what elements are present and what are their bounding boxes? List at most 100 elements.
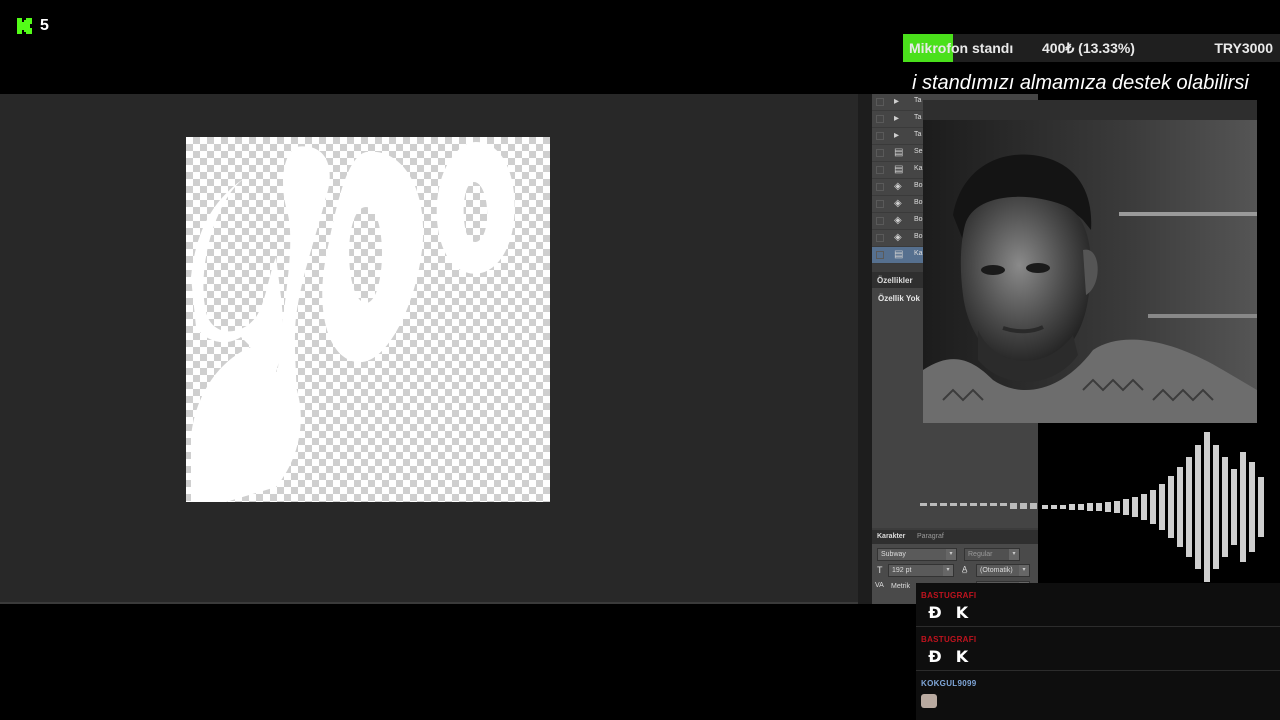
chevron-down-icon: ▾ bbox=[1019, 565, 1029, 576]
font-size-value: 192 pt bbox=[892, 567, 912, 574]
audio-bar bbox=[1020, 503, 1027, 509]
kick-emote-a-icon: Ɖ bbox=[928, 647, 942, 666]
photoshop-capture: ▸ Ta ▸ Ta ▸ Ta ▤ Se ▤ Ka ◈ Bo ◈ Bo ◈ Bo ◈ Bo ▤ Ka Özellikle… bbox=[0, 94, 1038, 604]
audio-bars bbox=[1042, 432, 1264, 582]
folder-arrow-icon: ▸ bbox=[894, 130, 900, 141]
audio-bar bbox=[1177, 467, 1183, 547]
audio-visualizer-tail bbox=[920, 503, 1037, 509]
webcam-feed bbox=[923, 100, 1257, 423]
layer-name: Ta bbox=[914, 114, 922, 121]
kick-emote-b-icon: K bbox=[955, 647, 969, 666]
audio-bar bbox=[1069, 504, 1075, 510]
audio-bar bbox=[940, 503, 947, 506]
audio-bar bbox=[1123, 499, 1129, 515]
layer-name: Se bbox=[914, 148, 923, 155]
font-size-icon: T bbox=[877, 565, 883, 575]
audio-bar bbox=[1258, 477, 1264, 537]
kerning-value: Metrik bbox=[891, 583, 911, 590]
font-size-field[interactable]: 192 pt ▾ bbox=[888, 564, 954, 577]
visibility-toggle[interactable] bbox=[876, 183, 884, 191]
audio-bar bbox=[1240, 452, 1246, 562]
layer-name: Ta bbox=[914, 131, 922, 138]
properties-title: Özellikler bbox=[877, 276, 913, 285]
audio-bar bbox=[1150, 490, 1156, 524]
audio-bar bbox=[1060, 505, 1066, 509]
document-canvas bbox=[186, 137, 550, 502]
kerning-icon: VA bbox=[875, 582, 884, 589]
folder-arrow-icon: ▸ bbox=[894, 96, 900, 107]
chat-panel: BASTUGRAFI Ɖ K BASTUGRAFI Ɖ K KOKGUL9099 bbox=[916, 583, 1280, 720]
audio-bar bbox=[980, 503, 987, 506]
leading-field[interactable]: (Otomatik) ▾ bbox=[976, 564, 1030, 577]
audio-bar bbox=[1051, 505, 1057, 509]
visibility-toggle[interactable] bbox=[876, 149, 884, 157]
kick-logo-icon bbox=[17, 18, 32, 34]
visibility-toggle[interactable] bbox=[876, 217, 884, 225]
chat-divider bbox=[916, 626, 1280, 627]
audio-bar bbox=[1010, 503, 1017, 509]
audio-bar bbox=[1249, 462, 1255, 552]
chat-username[interactable]: BASTUGRAFI bbox=[921, 635, 976, 644]
chevron-down-icon: ▾ bbox=[1009, 549, 1019, 560]
layer-name: Bo bbox=[914, 233, 923, 240]
doc-icon: ▤ bbox=[894, 249, 904, 260]
audio-bar bbox=[1213, 445, 1219, 569]
donation-goal-bar: Mikrofon standı 400₺ (13.33%) TRY3000 bbox=[903, 34, 1280, 62]
visibility-toggle[interactable] bbox=[876, 234, 884, 242]
audio-bar bbox=[1204, 432, 1210, 582]
streamer-webcam-image bbox=[923, 100, 1257, 423]
font-style-select[interactable]: Regular ▾ bbox=[964, 548, 1020, 561]
vertical-scrollbar[interactable] bbox=[858, 94, 872, 604]
audio-bar bbox=[1168, 476, 1174, 538]
fill-icon: ◈ bbox=[894, 181, 902, 192]
audio-bar bbox=[920, 503, 927, 506]
audio-bar bbox=[1105, 502, 1111, 512]
chat-username[interactable]: KOKGUL9099 bbox=[921, 679, 976, 688]
chat-username[interactable]: BASTUGRAFI bbox=[921, 591, 976, 600]
chevron-down-icon: ▾ bbox=[943, 565, 953, 576]
visibility-toggle[interactable] bbox=[876, 98, 884, 106]
visibility-toggle[interactable] bbox=[876, 166, 884, 174]
visibility-toggle[interactable] bbox=[876, 132, 884, 140]
audio-bar bbox=[1042, 505, 1048, 509]
goal-name: Mikrofon standı bbox=[909, 40, 1014, 56]
visibility-toggle[interactable] bbox=[876, 115, 884, 123]
viewer-count: 5 bbox=[40, 17, 49, 34]
audio-bar bbox=[1141, 494, 1147, 520]
cat-emote-icon bbox=[921, 694, 937, 708]
audio-bar bbox=[1000, 503, 1007, 506]
visibility-toggle[interactable] bbox=[876, 200, 884, 208]
font-family-select[interactable]: Subway ▾ bbox=[877, 548, 957, 561]
audio-bar bbox=[960, 503, 967, 506]
audio-bar bbox=[990, 503, 997, 506]
audio-bar bbox=[1186, 457, 1192, 557]
font-family-value: Subway bbox=[881, 551, 906, 558]
audio-bar bbox=[950, 503, 957, 506]
kick-emote-a-icon: Ɖ bbox=[928, 603, 942, 622]
stream-screen: 5 Mikrofon standı 400₺ (13.33%) TRY3000 … bbox=[0, 0, 1280, 720]
tab-character[interactable]: Karakter bbox=[877, 533, 905, 540]
fill-icon: ◈ bbox=[894, 198, 902, 209]
audio-bar bbox=[1159, 484, 1165, 530]
audio-bar bbox=[1030, 503, 1037, 509]
leading-icon: A̲ bbox=[962, 565, 968, 574]
kick-emote-b-icon: K bbox=[955, 603, 969, 622]
layer-name: Bo bbox=[914, 182, 923, 189]
audio-bar bbox=[1222, 457, 1228, 557]
visibility-toggle[interactable] bbox=[876, 251, 884, 259]
audio-bar bbox=[930, 503, 937, 506]
audio-bar bbox=[1114, 501, 1120, 513]
goal-amount: 400₺ (13.33%) bbox=[1042, 40, 1135, 56]
doc-icon: ▤ bbox=[894, 147, 904, 158]
chat-divider bbox=[916, 670, 1280, 671]
audio-bar bbox=[1132, 497, 1138, 517]
kick-viewer-badge: 5 bbox=[16, 15, 49, 37]
leading-value: (Otomatik) bbox=[980, 567, 1013, 574]
properties-empty-text: Özellik Yok bbox=[878, 294, 920, 303]
layer-name: Bo bbox=[914, 216, 923, 223]
audio-bar bbox=[1231, 469, 1237, 545]
chevron-down-icon: ▾ bbox=[946, 549, 956, 560]
layer-name: Ka bbox=[914, 250, 923, 257]
audio-bar bbox=[1195, 445, 1201, 569]
tab-paragraph[interactable]: Paragraf bbox=[917, 533, 944, 540]
